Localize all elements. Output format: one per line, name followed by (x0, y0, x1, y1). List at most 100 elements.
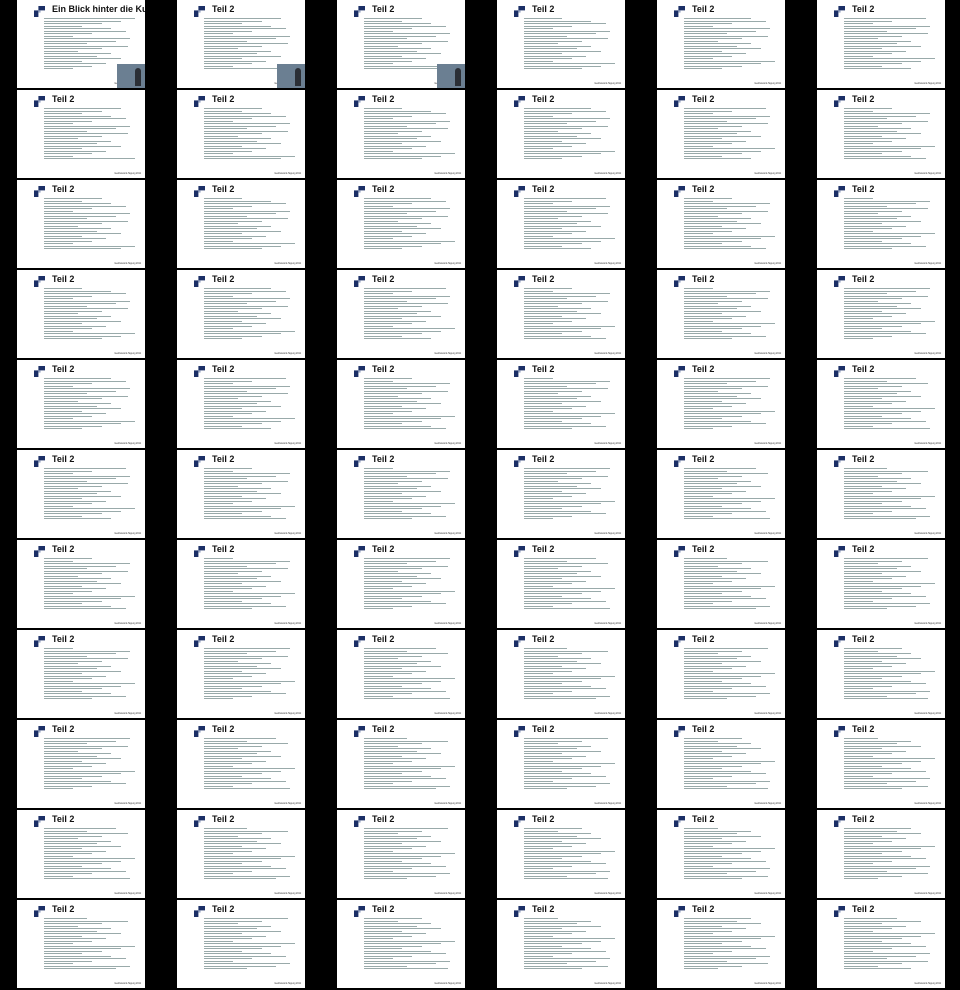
code-listing (524, 18, 620, 71)
slide-thumbnail[interactable]: Teil 2GeoNetwork-Tagung 2011 (657, 540, 785, 628)
logo-icon (194, 814, 205, 827)
slide-thumbnail[interactable]: Teil 2GeoNetwork-Tagung 2011 (17, 810, 145, 898)
slide-thumbnail[interactable]: Teil 2GeoNetwork-Tagung 2011 (817, 0, 945, 88)
slide-thumbnail[interactable]: Teil 2GeoNetwork-Tagung 2011 (657, 450, 785, 538)
slide-thumbnail[interactable]: Teil 2GeoNetwork-Tagung 2011 (177, 360, 305, 448)
slide-thumbnail[interactable]: Teil 2GeoNetwork-Tagung 2011 (177, 90, 305, 178)
slide-thumbnail[interactable]: Teil 2GeoNetwork-Tagung 2011 (177, 720, 305, 808)
slide-thumbnail[interactable]: Teil 2GeoNetwork-Tagung 2011 (657, 720, 785, 808)
slide-title: Teil 2 (692, 274, 715, 284)
slide-thumbnail[interactable]: Teil 2GeoNetwork-Tagung 2011 (337, 0, 465, 88)
code-listing (844, 288, 940, 341)
logo-icon (514, 904, 525, 917)
slide-thumbnail[interactable]: Teil 2GeoNetwork-Tagung 2011 (497, 450, 625, 538)
slide-title: Teil 2 (852, 454, 875, 464)
slide-thumbnail[interactable]: Teil 2GeoNetwork-Tagung 2011 (17, 180, 145, 268)
slide-thumbnail[interactable]: Ein Blick hinter die KulissenGeoNetwork-… (17, 0, 145, 88)
slide-footer: GeoNetwork-Tagung 2011 (914, 623, 941, 625)
slide-thumbnail[interactable]: Teil 2GeoNetwork-Tagung 2011 (657, 810, 785, 898)
slide-thumbnail[interactable]: Teil 2GeoNetwork-Tagung 2011 (497, 90, 625, 178)
slide-thumbnail[interactable]: Teil 2GeoNetwork-Tagung 2011 (177, 810, 305, 898)
code-listing (524, 558, 620, 611)
slide-thumbnail[interactable]: Teil 2GeoNetwork-Tagung 2011 (17, 540, 145, 628)
slide-thumbnail[interactable]: Teil 2GeoNetwork-Tagung 2011 (817, 900, 945, 988)
slide-thumbnail[interactable]: Teil 2GeoNetwork-Tagung 2011 (657, 0, 785, 88)
slide-thumbnail[interactable]: Teil 2GeoNetwork-Tagung 2011 (497, 540, 625, 628)
slide-thumbnail[interactable]: Teil 2GeoNetwork-Tagung 2011 (657, 630, 785, 718)
slide-thumbnail[interactable]: Teil 2GeoNetwork-Tagung 2011 (657, 90, 785, 178)
slide-thumbnail[interactable]: Teil 2GeoNetwork-Tagung 2011 (17, 90, 145, 178)
code-listing (844, 738, 940, 791)
slide-thumbnail[interactable]: Teil 2GeoNetwork-Tagung 2011 (497, 360, 625, 448)
slide-title: Teil 2 (212, 814, 235, 824)
slide-thumbnail[interactable]: Teil 2GeoNetwork-Tagung 2011 (657, 900, 785, 988)
slide-thumbnail[interactable]: Teil 2GeoNetwork-Tagung 2011 (817, 90, 945, 178)
slide-footer: GeoNetwork-Tagung 2011 (594, 533, 621, 535)
slide-thumbnail[interactable]: Teil 2GeoNetwork-Tagung 2011 (497, 810, 625, 898)
slide-thumbnail[interactable]: Teil 2GeoNetwork-Tagung 2011 (337, 720, 465, 808)
slide-thumbnail[interactable]: Teil 2GeoNetwork-Tagung 2011 (497, 630, 625, 718)
slide-thumbnail[interactable]: Teil 2GeoNetwork-Tagung 2011 (17, 900, 145, 988)
slide-thumbnail[interactable]: Teil 2GeoNetwork-Tagung 2011 (17, 270, 145, 358)
slide-thumbnail[interactable]: Teil 2GeoNetwork-Tagung 2011 (497, 270, 625, 358)
slide-thumbnail[interactable]: Teil 2GeoNetwork-Tagung 2011 (17, 360, 145, 448)
slide-thumbnail[interactable]: Teil 2GeoNetwork-Tagung 2011 (177, 450, 305, 538)
slide-thumbnail[interactable]: Teil 2GeoNetwork-Tagung 2011 (657, 270, 785, 358)
slide-title: Teil 2 (692, 634, 715, 644)
slide-thumbnail[interactable]: Teil 2GeoNetwork-Tagung 2011 (17, 720, 145, 808)
code-listing (44, 648, 140, 701)
slide-title: Teil 2 (52, 634, 75, 644)
logo-icon (834, 544, 845, 557)
slide-thumbnail[interactable]: Teil 2GeoNetwork-Tagung 2011 (657, 180, 785, 268)
slide-thumbnail[interactable]: Teil 2GeoNetwork-Tagung 2011 (657, 360, 785, 448)
slide-thumbnail[interactable]: Teil 2GeoNetwork-Tagung 2011 (337, 180, 465, 268)
slide-title: Teil 2 (212, 724, 235, 734)
slide-thumbnail[interactable]: Teil 2GeoNetwork-Tagung 2011 (177, 540, 305, 628)
logo-icon (514, 94, 525, 107)
code-listing (204, 648, 300, 701)
code-listing (524, 738, 620, 791)
slide-thumbnail[interactable]: Teil 2GeoNetwork-Tagung 2011 (817, 360, 945, 448)
slide-thumbnail[interactable]: Teil 2GeoNetwork-Tagung 2011 (817, 630, 945, 718)
code-listing (684, 648, 780, 701)
slide-thumbnail[interactable]: Teil 2GeoNetwork-Tagung 2011 (337, 900, 465, 988)
slide-thumbnail[interactable]: Teil 2GeoNetwork-Tagung 2011 (337, 450, 465, 538)
code-listing (44, 288, 140, 341)
slide-thumbnail[interactable]: Teil 2GeoNetwork-Tagung 2011 (817, 810, 945, 898)
slide-thumbnail[interactable]: Teil 2GeoNetwork-Tagung 2011 (337, 360, 465, 448)
slide-footer: GeoNetwork-Tagung 2011 (594, 263, 621, 265)
slide-thumbnail[interactable]: Teil 2GeoNetwork-Tagung 2011 (337, 540, 465, 628)
slide-thumbnail[interactable]: Teil 2GeoNetwork-Tagung 2011 (177, 180, 305, 268)
logo-icon (514, 364, 525, 377)
slide-thumbnail[interactable]: Teil 2GeoNetwork-Tagung 2011 (817, 720, 945, 808)
logo-icon (514, 4, 525, 17)
logo-icon (834, 364, 845, 377)
slide-title: Teil 2 (532, 724, 555, 734)
slide-thumbnail[interactable]: Teil 2GeoNetwork-Tagung 2011 (337, 90, 465, 178)
slide-footer: GeoNetwork-Tagung 2011 (114, 353, 141, 355)
slide-thumbnail[interactable]: Teil 2GeoNetwork-Tagung 2011 (817, 270, 945, 358)
code-listing (204, 468, 300, 521)
slide-thumbnail[interactable]: Teil 2GeoNetwork-Tagung 2011 (497, 180, 625, 268)
slide-title: Teil 2 (372, 634, 395, 644)
code-listing (364, 468, 460, 521)
slide-thumbnail[interactable]: Teil 2GeoNetwork-Tagung 2011 (17, 630, 145, 718)
slide-thumbnail[interactable]: Teil 2GeoNetwork-Tagung 2011 (817, 540, 945, 628)
slide-thumbnail[interactable]: Teil 2GeoNetwork-Tagung 2011 (817, 450, 945, 538)
slide-thumbnail[interactable]: Teil 2GeoNetwork-Tagung 2011 (497, 900, 625, 988)
slide-thumbnail[interactable]: Teil 2GeoNetwork-Tagung 2011 (177, 0, 305, 88)
slide-thumbnail[interactable]: Teil 2GeoNetwork-Tagung 2011 (817, 180, 945, 268)
slide-thumbnail[interactable]: Teil 2GeoNetwork-Tagung 2011 (337, 630, 465, 718)
slide-footer: GeoNetwork-Tagung 2011 (754, 443, 781, 445)
slide-thumbnail[interactable]: Teil 2GeoNetwork-Tagung 2011 (337, 810, 465, 898)
slide-thumbnail[interactable]: Teil 2GeoNetwork-Tagung 2011 (497, 0, 625, 88)
slide-thumbnail[interactable]: Teil 2GeoNetwork-Tagung 2011 (337, 270, 465, 358)
slide-thumbnail[interactable]: Teil 2GeoNetwork-Tagung 2011 (177, 900, 305, 988)
logo-icon (34, 274, 45, 287)
slide-footer: GeoNetwork-Tagung 2011 (914, 83, 941, 85)
slide-thumbnail[interactable]: Teil 2GeoNetwork-Tagung 2011 (177, 270, 305, 358)
slide-thumbnail[interactable]: Teil 2GeoNetwork-Tagung 2011 (17, 450, 145, 538)
logo-icon (834, 814, 845, 827)
slide-thumbnail[interactable]: Teil 2GeoNetwork-Tagung 2011 (177, 630, 305, 718)
slide-thumbnail[interactable]: Teil 2GeoNetwork-Tagung 2011 (497, 720, 625, 808)
